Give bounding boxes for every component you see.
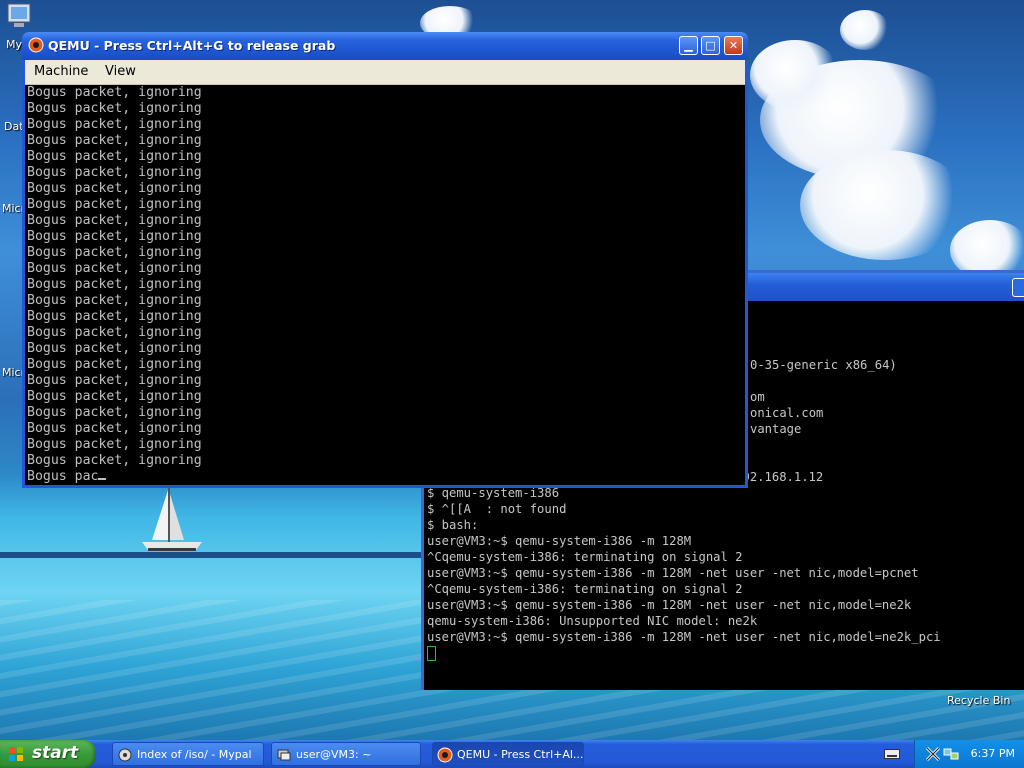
qemu-console-line: Bogus packet, ignoring [27, 133, 202, 148]
qemu-console-line: Bogus packet, ignoring [27, 261, 202, 276]
terminal-cursor [427, 646, 436, 661]
start-button[interactable]: start [0, 740, 96, 768]
recycle-bin-label[interactable]: Recycle Bin [947, 694, 1010, 707]
terminal-line: ^Cqemu-system-i386: terminating on signa… [427, 550, 743, 564]
qemu-console-line: Bogus pac [27, 469, 745, 485]
terminal-line: ^Cqemu-system-i386: terminating on signa… [427, 582, 743, 596]
taskbar-item-qemu[interactable]: QEMU - Press Ctrl+Al... [432, 742, 584, 766]
terminal-line: user@VM3:~$ qemu-system-i386 -m 128M -ne… [427, 566, 919, 580]
cloud [800, 150, 970, 260]
qemu-console-line: Bogus packet, ignoring [27, 277, 202, 292]
terminal-line: qemu-system-i386: Unsupported NIC model:… [427, 614, 758, 628]
start-label: start [32, 743, 79, 763]
taskbar-item-mypal[interactable]: Index of /iso/ - Mypal [112, 742, 264, 766]
qemu-window[interactable]: QEMU - Press Ctrl+Alt+G to release grab … [22, 32, 748, 488]
qemu-console-line: Bogus packet, ignoring [27, 341, 202, 356]
windows-logo-icon [9, 747, 23, 761]
qemu-console-line: Bogus packet, ignoring [27, 117, 202, 132]
qemu-console-line: Bogus packet, ignoring [27, 453, 202, 468]
qemu-console-line: Bogus packet, ignoring [27, 101, 202, 116]
terminal-minimize-button[interactable] [1012, 278, 1024, 297]
terminal-line: user@VM3:~$ qemu-system-i386 -m 128M [427, 534, 692, 548]
desktop-icon-label[interactable]: Dat [4, 120, 24, 133]
qemu-console-line: Bogus packet, ignoring [27, 229, 202, 244]
cloud [750, 40, 840, 110]
qemu-console-line: Bogus packet, ignoring [27, 165, 202, 180]
close-button[interactable]: ✕ [724, 36, 743, 55]
qemu-console-line: Bogus packet, ignoring [27, 437, 202, 452]
terminal-line: user@VM3:~$ qemu-system-i386 -m 128M -ne… [427, 598, 912, 612]
qemu-menu-bar: Machine View [25, 60, 745, 85]
browser-icon [118, 748, 132, 762]
network-icon[interactable] [943, 746, 959, 762]
computer-icon [7, 3, 31, 27]
putty-icon [277, 749, 291, 761]
cloud [840, 10, 890, 50]
desktop-icon-label: My [6, 38, 23, 51]
qemu-console-line: Bogus packet, ignoring [27, 197, 202, 212]
clock[interactable]: 6:37 PM [971, 747, 1015, 760]
qemu-console-line: Bogus packet, ignoring [27, 389, 202, 404]
taskbar-item-label: Index of /iso/ - Mypal [137, 748, 252, 761]
qemu-console-line: Bogus packet, ignoring [27, 85, 202, 100]
maximize-button[interactable]: □ [701, 36, 720, 55]
qemu-console-line: Bogus packet, ignoring [27, 149, 202, 164]
terminal-line: $ ^[[A : not found [427, 502, 567, 516]
taskbar-item-label: QEMU - Press Ctrl+Al... [457, 748, 584, 761]
qemu-console-line: Bogus packet, ignoring [27, 357, 202, 372]
keyboard-icon[interactable] [884, 747, 900, 761]
minimize-button[interactable]: ▁ [679, 36, 698, 55]
menu-machine[interactable]: Machine [34, 64, 88, 79]
qemu-console-text: Bogus pac [27, 469, 99, 484]
qemu-console-line: Bogus packet, ignoring [27, 309, 202, 324]
terminal-line: user@VM3:~$ qemu-system-i386 -m 128M -ne… [427, 630, 941, 644]
my-computer-desktop-icon[interactable]: My [0, 2, 40, 51]
qemu-window-title: QEMU - Press Ctrl+Alt+G to release grab [48, 38, 336, 53]
qemu-console-cursor [98, 478, 107, 480]
qemu-console-line: Bogus packet, ignoring [27, 181, 202, 196]
qemu-console-line: Bogus packet, ignoring [27, 245, 202, 260]
taskbar-item-label: user@VM3: ~ [296, 748, 372, 761]
qemu-console-line: Bogus packet, ignoring [27, 421, 202, 436]
qemu-guest-screen[interactable]: Bogus packet, ignoring Bogus packet, igno… [25, 85, 745, 485]
qemu-icon [437, 747, 453, 763]
qemu-console-line: Bogus packet, ignoring [27, 213, 202, 228]
qemu-console-line: Bogus packet, ignoring [27, 405, 202, 420]
taskbar: start Index of /iso/ - Mypal user@VM3: ~… [0, 740, 1024, 768]
qemu-icon [28, 37, 44, 53]
qemu-console-line: Bogus packet, ignoring [27, 373, 202, 388]
qemu-title-bar[interactable]: QEMU - Press Ctrl+Alt+G to release grab … [22, 32, 748, 60]
x-server-icon[interactable] [925, 746, 941, 762]
taskbar-item-terminal[interactable]: user@VM3: ~ [271, 742, 421, 766]
qemu-console-line: Bogus packet, ignoring [27, 325, 202, 340]
system-tray: 6:37 PM [914, 740, 1024, 768]
sailboat-image [142, 488, 202, 551]
terminal-line: $ bash: [427, 518, 479, 532]
qemu-console-line: Bogus packet, ignoring [27, 293, 202, 308]
menu-view[interactable]: View [105, 64, 136, 79]
